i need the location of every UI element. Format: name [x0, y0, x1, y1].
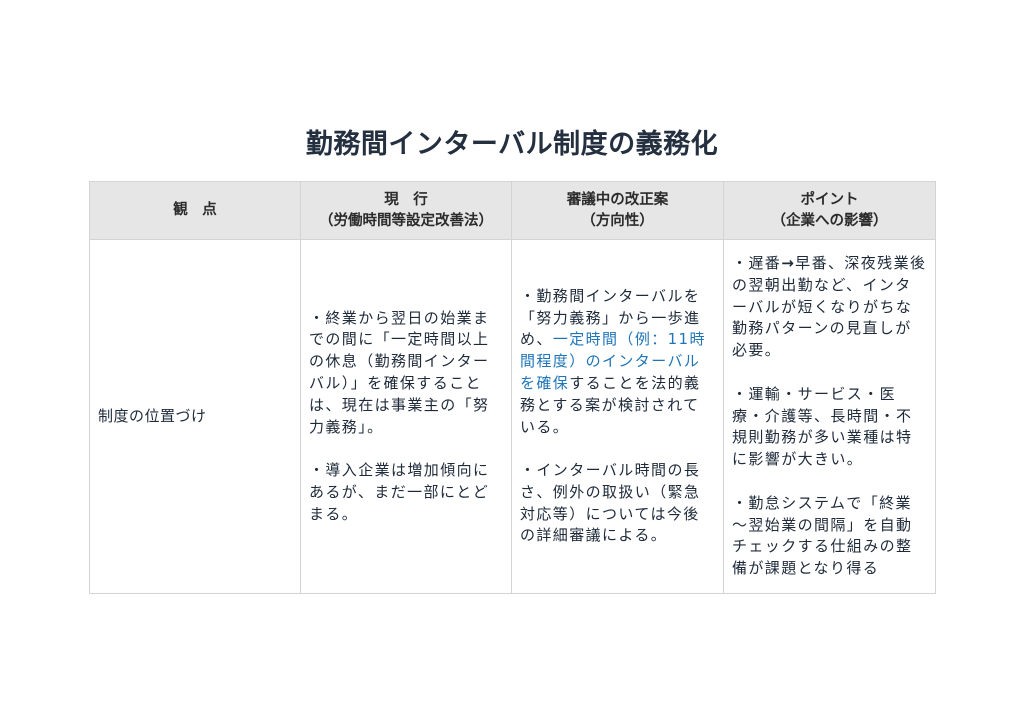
header-viewpoint-label: 観 点: [173, 202, 217, 218]
point-paragraph-1: ・遅番→早番、深夜残業後の翌朝出勤など、インターバルが短くなりがちな勤務パターン…: [732, 253, 927, 362]
header-current-label: 現 行: [384, 191, 428, 208]
header-current-sublabel: （労働時間等設定改善法）: [319, 212, 493, 229]
page-title: 勤務間インターバル制度の義務化: [305, 129, 719, 160]
current-cell: ・終業から翌日の始業までの間に「一定時間以上の休息（勤務間インターバル）」を確保…: [300, 239, 512, 594]
header-revision-sublabel: （方向性）: [581, 212, 654, 229]
row-label: 制度の位置づけ: [89, 239, 301, 594]
point-cell: ・遅番→早番、深夜残業後の翌朝出勤など、インターバルが短くなりがちな勤務パターン…: [723, 239, 936, 594]
point-text-a: ・遅番: [732, 254, 782, 273]
header-revision-label: 審議中の改正案: [566, 191, 669, 208]
header-point-label: ポイント: [800, 191, 859, 208]
current-paragraph-2: ・導入企業は増加傾向にあるが、まだ一部にとどまる。: [309, 461, 490, 523]
header-point: ポイント （企業への影響）: [723, 181, 936, 240]
revision-paragraph-1: ・勤務間インターバルを「努力義務」から一歩進め、一定時間（例：11時間程度）のイ…: [520, 286, 715, 439]
table-row: 制度の位置づけ ・終業から翌日の始業までの間に「一定時間以上の休息（勤務間インタ…: [89, 239, 936, 594]
header-viewpoint: 観 点: [89, 181, 301, 240]
header-revision: 審議中の改正案 （方向性）: [511, 181, 724, 240]
revision-cell: ・勤務間インターバルを「努力義務」から一歩進め、一定時間（例：11時間程度）のイ…: [511, 239, 724, 594]
revision-paragraph-2: ・インターバル時間の長さ、例外の取扱い（緊急対応等）については今後の詳細審議によ…: [520, 461, 701, 545]
current-paragraph-1: ・終業から翌日の始業までの間に「一定時間以上の休息（勤務間インターバル）」を確保…: [309, 308, 490, 436]
header-current: 現 行 （労働時間等設定改善法）: [300, 181, 512, 240]
point-paragraph-2: ・運輸・サービス・医療・介護等、長時間・不規則勤務が多い業種は特に影響が大きい。: [732, 384, 913, 469]
point-paragraph-3: ・勤怠システムで「終業～翌始業の間隔」を自動チェックする仕組みの整備が課題となり…: [732, 493, 913, 578]
arrow-right-icon: →: [781, 254, 796, 273]
header-point-sublabel: （企業への影響）: [771, 212, 888, 229]
comparison-table: 観 点 現 行 （労働時間等設定改善法） 審議中の改正案 （方向性） ポイント …: [89, 181, 936, 594]
table-header-row: 観 点 現 行 （労働時間等設定改善法） 審議中の改正案 （方向性） ポイント …: [89, 181, 936, 240]
